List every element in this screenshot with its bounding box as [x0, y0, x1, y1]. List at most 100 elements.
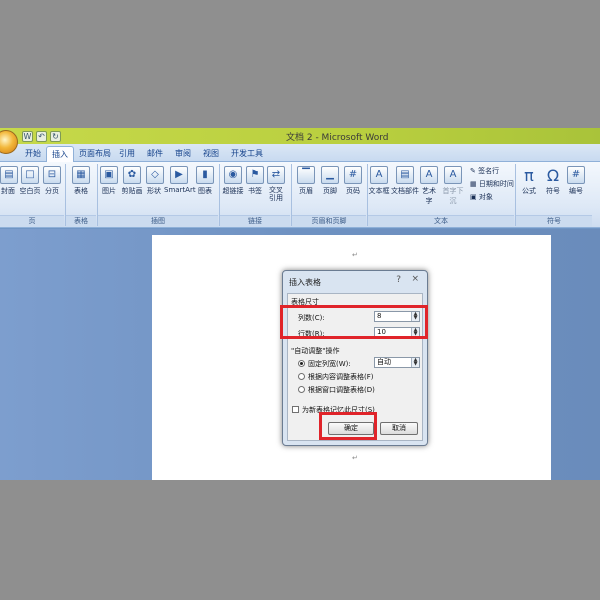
insert-table-dialog: 插入表格 ? × 表格尺寸 列数(C): 8 ▲ ▼ 行数(R): 10 ▲ ▼ "自动…: [282, 270, 428, 446]
wordart-button[interactable]: A 艺术字: [419, 166, 439, 206]
table-button[interactable]: ▦ 表格: [70, 166, 92, 196]
group-label-text: 文本: [368, 215, 514, 227]
header-button[interactable]: ▔ 页眉: [296, 166, 316, 196]
page-number-icon: #: [344, 166, 362, 184]
redo-icon[interactable]: ↻: [50, 130, 61, 142]
numbering-button[interactable]: # 编号: [566, 166, 586, 196]
drop-cap-icon: A: [444, 166, 462, 184]
blank-page-button[interactable]: □ 空白页: [18, 166, 42, 196]
cover-page-icon: ▤: [0, 166, 18, 184]
numbering-icon: #: [567, 166, 585, 184]
equation-button[interactable]: π 公式: [518, 166, 540, 196]
globe-icon: ◉: [224, 166, 242, 184]
tab-home[interactable]: 开始: [20, 146, 46, 162]
calendar-icon: ▦: [470, 180, 477, 188]
tab-page-layout[interactable]: 页面布局: [76, 146, 114, 162]
group-label-pages: 页: [0, 215, 64, 227]
omega-icon: Ω: [546, 166, 560, 185]
chart-button[interactable]: ▮ 图表: [196, 166, 214, 196]
paragraph-mark: ↵: [352, 454, 358, 462]
table-icon: ▦: [72, 166, 90, 184]
ok-button[interactable]: 确定: [328, 422, 374, 435]
spin-arrows-icon[interactable]: ▲ ▼: [411, 328, 419, 337]
header-icon: ▔: [297, 166, 315, 184]
tab-view[interactable]: 视图: [200, 146, 222, 162]
word-icon[interactable]: W: [22, 130, 33, 142]
tab-mailings[interactable]: 邮件: [144, 146, 166, 162]
autofit-content-label: 根据内容调整表格(F): [308, 373, 374, 381]
hyperlink-button[interactable]: ◉ 超链接: [222, 166, 244, 196]
page-number-button[interactable]: # 页码: [343, 166, 363, 196]
group-label-symbols: 符号: [516, 215, 592, 227]
title-bar: W ↶ ↻ 文档 2 - Microsoft Word: [0, 128, 600, 144]
autofit-window-label: 根据窗口调整表格(D): [308, 386, 375, 394]
window-title: 文档 2 - Microsoft Word: [286, 133, 389, 143]
fixed-width-stepper[interactable]: 自动 ▲ ▼: [374, 357, 420, 368]
wordart-icon: A: [420, 166, 438, 184]
page-break-icon: ⊟: [43, 166, 61, 184]
spin-arrows-icon[interactable]: ▲ ▼: [411, 358, 419, 367]
remember-size-label: 为新表格记忆此尺寸(S): [302, 406, 375, 414]
bookmark-button[interactable]: ⚑ 书签: [246, 166, 264, 196]
text-box-button[interactable]: A 文本框: [368, 166, 390, 196]
autofit-window-radio[interactable]: [298, 386, 305, 393]
fixed-width-radio[interactable]: [298, 360, 305, 367]
quick-parts-button[interactable]: ▤ 文档部件: [391, 166, 419, 196]
tab-review[interactable]: 审阅: [172, 146, 194, 162]
close-icon[interactable]: ×: [411, 274, 419, 284]
cross-reference-icon: ⇄: [267, 166, 285, 184]
quick-parts-icon: ▤: [396, 166, 414, 184]
group-label-illustrations: 插图: [98, 215, 218, 227]
ribbon-tabs: 开始 插入 页面布局 引用 邮件 审阅 视图 开发工具: [0, 144, 600, 162]
rows-stepper[interactable]: 10 ▲ ▼: [374, 327, 420, 338]
group-label-header-footer: 页眉和页脚: [292, 215, 366, 227]
table-size-label: 表格尺寸: [291, 298, 319, 306]
clip-art-icon: ✿: [123, 166, 141, 184]
autofit-content-radio[interactable]: [298, 373, 305, 380]
symbol-button[interactable]: Ω 符号: [542, 166, 564, 196]
autofit-group-label: "自动调整"操作: [291, 347, 340, 355]
quick-access-toolbar: W ↶ ↻: [22, 130, 61, 142]
date-time-button[interactable]: ▦ 日期和时间: [470, 179, 514, 189]
bookmark-icon: ⚑: [246, 166, 264, 184]
undo-icon[interactable]: ↶: [36, 130, 47, 142]
dialog-title: 插入表格: [289, 278, 321, 287]
paragraph-mark: ↵: [352, 251, 358, 259]
footer-icon: ▁: [321, 166, 339, 184]
fixed-width-label: 固定列宽(W):: [308, 360, 351, 368]
smartart-button[interactable]: ▶ SmartArt: [164, 166, 196, 194]
object-icon: ▣: [470, 193, 477, 201]
columns-stepper[interactable]: 8 ▲ ▼: [374, 311, 420, 322]
cross-reference-button[interactable]: ⇄ 交叉 引用: [266, 166, 286, 202]
signature-icon: ✎: [470, 167, 476, 175]
tab-references[interactable]: 引用: [116, 146, 138, 162]
smartart-icon: ▶: [170, 166, 188, 184]
footer-button[interactable]: ▁ 页脚: [320, 166, 340, 196]
shapes-button[interactable]: ◇ 形状: [146, 166, 164, 196]
cover-page-button[interactable]: ▤ 封面: [0, 166, 18, 196]
drop-cap-button[interactable]: A 首字下沉: [440, 166, 466, 206]
help-icon[interactable]: ?: [396, 275, 401, 285]
shapes-icon: ◇: [146, 166, 164, 184]
tab-insert[interactable]: 插入: [46, 146, 74, 162]
ribbon: ▤ 封面 □ 空白页 ⊟ 分页 页 ▦ 表格 表格 ▣ 图片 ✿ 剪贴画 ◇ 形状 ▶ Smar…: [0, 162, 600, 228]
columns-label: 列数(C):: [298, 314, 325, 322]
clip-art-button[interactable]: ✿ 剪贴画: [120, 166, 144, 196]
group-label-tables: 表格: [66, 215, 96, 227]
object-button[interactable]: ▣ 对象: [470, 192, 493, 202]
chart-icon: ▮: [196, 166, 214, 184]
blank-page-icon: □: [21, 166, 39, 184]
dialog-body: 表格尺寸 列数(C): 8 ▲ ▼ 行数(R): 10 ▲ ▼ "自动调整"操作 固定列…: [287, 293, 423, 441]
spin-arrows-icon[interactable]: ▲ ▼: [411, 312, 419, 321]
tab-developer[interactable]: 开发工具: [228, 146, 266, 162]
pi-icon: π: [524, 166, 534, 185]
page-break-button[interactable]: ⊟ 分页: [42, 166, 62, 196]
remember-size-checkbox[interactable]: [292, 406, 299, 413]
signature-line-button[interactable]: ✎ 签名行: [470, 166, 499, 176]
text-box-icon: A: [370, 166, 388, 184]
group-label-links: 链接: [220, 215, 290, 227]
cancel-button[interactable]: 取消: [380, 422, 418, 435]
picture-button[interactable]: ▣ 图片: [100, 166, 118, 196]
rows-label: 行数(R):: [298, 330, 325, 338]
picture-icon: ▣: [100, 166, 118, 184]
